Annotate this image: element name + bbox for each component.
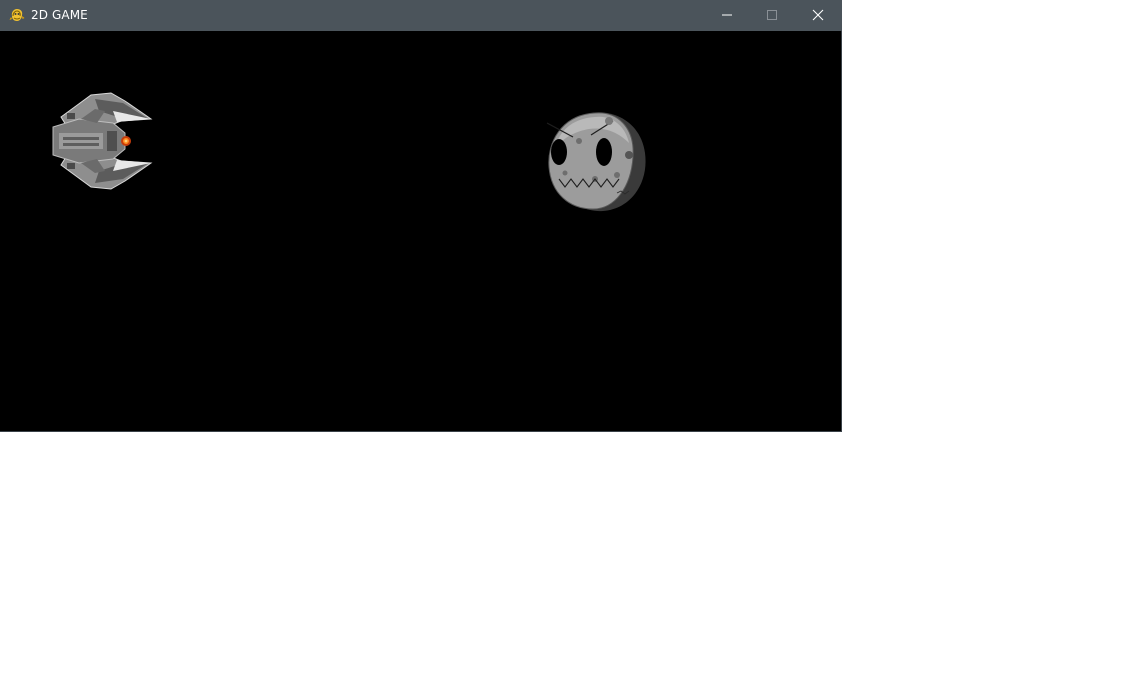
close-icon <box>812 6 824 25</box>
skull-asteroid-sprite <box>546 112 646 212</box>
python-icon <box>9 7 25 23</box>
spaceship-sprite <box>52 92 153 190</box>
maximize-icon <box>766 6 778 25</box>
window-title: 2D GAME <box>31 8 88 22</box>
minimize-icon <box>721 6 733 25</box>
game-window: 2D GAME <box>0 0 842 432</box>
title-bar[interactable]: 2D GAME <box>0 0 842 31</box>
maximize-button[interactable] <box>749 0 795 31</box>
minimize-button[interactable] <box>704 0 750 31</box>
close-button[interactable] <box>795 0 841 31</box>
game-canvas[interactable] <box>1 31 841 431</box>
